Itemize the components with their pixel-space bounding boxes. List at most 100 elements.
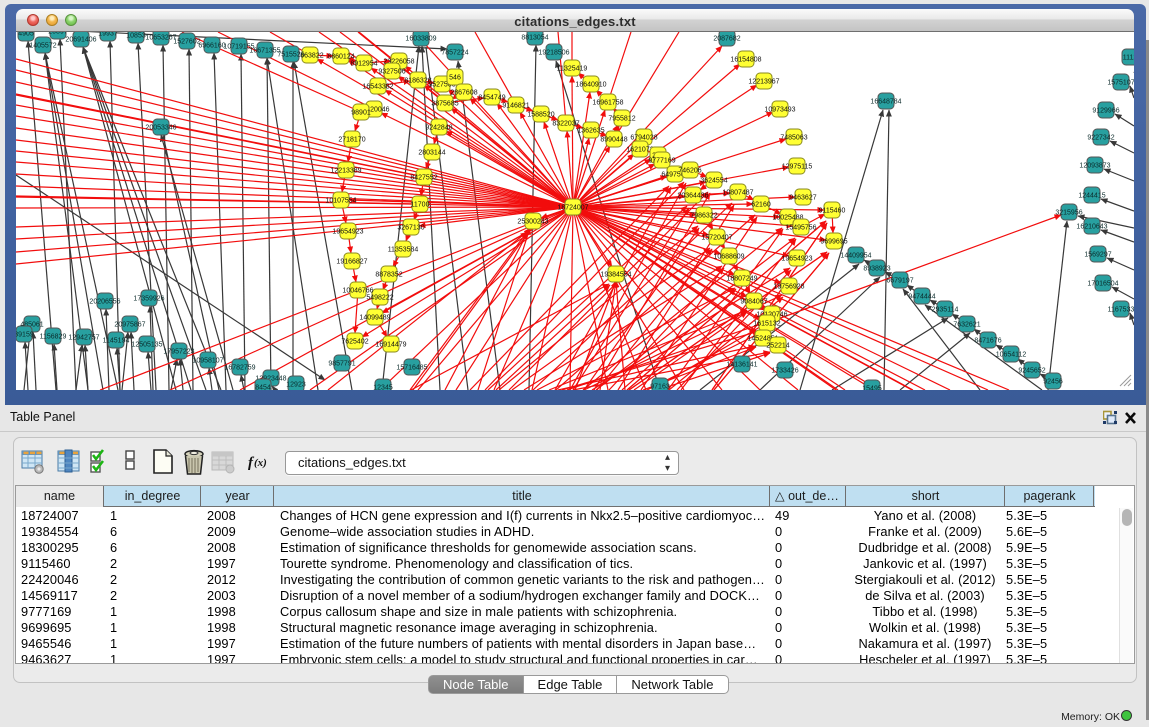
svg-text:8878352: 8878352: [375, 272, 402, 279]
svg-text:8860124: 8860124: [327, 54, 354, 61]
svg-text:19218506: 19218506: [538, 50, 569, 57]
svg-text:9777169: 9777169: [648, 158, 675, 165]
svg-text:11325419: 11325419: [557, 66, 588, 73]
svg-text:1527602: 1527602: [173, 39, 200, 46]
svg-text:17359926: 17359926: [133, 296, 164, 303]
svg-text:18640910: 18640910: [575, 82, 606, 89]
svg-text:14099489: 14099489: [359, 315, 390, 322]
svg-text:3215956: 3215956: [1055, 210, 1082, 217]
svg-text:1615132: 1615132: [753, 321, 780, 328]
svg-text:17016504: 17016504: [1087, 281, 1118, 288]
svg-text:1167533: 1167533: [1108, 307, 1134, 314]
svg-text:7986322: 7986322: [690, 213, 717, 220]
svg-text:9084067: 9084067: [740, 299, 767, 306]
svg-text:15720407: 15720407: [701, 235, 732, 242]
svg-text:1112: 1112: [1123, 55, 1134, 62]
svg-text:8454: 8454: [255, 385, 271, 391]
svg-text:20691406: 20691406: [65, 37, 96, 44]
svg-text:9463627: 9463627: [789, 195, 816, 202]
svg-text:1145194: 1145194: [103, 338, 130, 345]
svg-text:3624554: 3624554: [700, 178, 727, 185]
svg-text:9146821: 9146821: [502, 103, 529, 110]
svg-text:97163: 97163: [650, 384, 670, 391]
svg-text:1156829: 1156829: [40, 334, 67, 341]
svg-text:12093873: 12093873: [1079, 163, 1110, 170]
svg-text:9857791: 9857791: [328, 361, 355, 368]
svg-text:20897: 20897: [48, 32, 68, 36]
svg-text:12345: 12345: [373, 385, 393, 391]
svg-text:19654923: 19654923: [781, 256, 812, 263]
svg-text:9245652: 9245652: [1018, 368, 1045, 375]
svg-text:9327506: 9327506: [378, 69, 405, 76]
svg-text:8990448: 8990448: [600, 137, 627, 144]
svg-text:14409954: 14409954: [840, 253, 871, 260]
svg-text:9129966: 9129966: [1092, 108, 1119, 115]
svg-text:20206556: 20206556: [89, 299, 120, 306]
svg-text:10958107: 10958107: [192, 358, 223, 365]
svg-text:16671355: 16671355: [249, 48, 280, 55]
svg-text:746206: 746206: [678, 168, 701, 175]
svg-text:9227342: 9227342: [1087, 135, 1114, 142]
svg-text:19166827: 19166827: [336, 259, 367, 266]
svg-text:98901: 98901: [351, 110, 371, 117]
svg-text:8427552: 8427552: [410, 175, 437, 182]
svg-text:2718170: 2718170: [338, 137, 365, 144]
svg-text:16961758: 16961758: [592, 100, 623, 107]
svg-text:17957223: 17957223: [163, 349, 194, 356]
svg-text:12213967: 12213967: [748, 79, 779, 86]
svg-text:12213389: 12213389: [330, 168, 361, 175]
svg-text:20364436: 20364436: [677, 193, 708, 200]
svg-text:11353584: 11353584: [388, 247, 419, 254]
svg-text:10688609: 10688609: [713, 254, 744, 261]
svg-text:10807487: 10807487: [722, 190, 753, 197]
svg-text:16154808: 16154808: [730, 57, 761, 64]
svg-text:15716485: 15716485: [396, 365, 427, 372]
svg-text:7485063: 7485063: [780, 135, 807, 142]
svg-text:8938923: 8938923: [863, 266, 890, 273]
svg-text:5498222: 5498222: [366, 295, 393, 302]
svg-text:4905: 4905: [18, 32, 34, 38]
svg-text:2087682: 2087682: [713, 36, 740, 43]
svg-text:7955812: 7955812: [608, 116, 635, 123]
svg-text:16914479: 16914479: [375, 342, 406, 349]
svg-text:12923: 12923: [286, 382, 306, 389]
svg-text:14136141: 14136141: [726, 362, 757, 369]
svg-text:1588520: 1588520: [527, 112, 554, 119]
svg-text:1244415: 1244415: [1078, 193, 1105, 200]
svg-text:252214: 252214: [766, 343, 789, 350]
svg-text:18724007: 18724007: [557, 205, 588, 212]
svg-text:16033809: 16033809: [405, 36, 436, 43]
svg-text:9242848: 9242848: [425, 125, 452, 132]
svg-text:6794028: 6794028: [630, 135, 657, 142]
svg-text:3267130: 3267130: [397, 225, 424, 232]
svg-text:19654923: 19654923: [332, 229, 363, 236]
svg-text:39159: 39159: [16, 332, 34, 339]
svg-text:12505135: 12505135: [131, 342, 162, 349]
svg-text:9115460: 9115460: [819, 208, 846, 215]
svg-text:2867608: 2867608: [450, 90, 477, 97]
svg-text:19384554: 19384554: [600, 272, 631, 279]
svg-text:3875685: 3875685: [431, 101, 458, 108]
svg-text:12975115: 12975115: [782, 164, 813, 171]
svg-text:2803144: 2803144: [418, 150, 445, 157]
svg-text:7625402: 7625402: [341, 339, 368, 346]
svg-text:12942757: 12942757: [68, 335, 99, 342]
svg-text:1575107: 1575107: [1107, 80, 1134, 87]
svg-text:8454749: 8454749: [478, 95, 505, 102]
svg-text:20053346: 20053346: [145, 125, 176, 132]
svg-text:16648784: 16648784: [870, 99, 901, 106]
svg-text:16782759: 16782759: [224, 365, 255, 372]
svg-text:19756928: 19756928: [773, 284, 804, 291]
svg-text:7515526: 7515526: [277, 52, 304, 59]
svg-text:6966160: 6966160: [198, 43, 225, 50]
svg-text:20975867: 20975867: [114, 322, 145, 329]
svg-text:15495756: 15495756: [785, 225, 816, 232]
svg-text:546: 546: [449, 75, 461, 82]
svg-text:1362635: 1362635: [577, 128, 604, 135]
svg-text:11700: 11700: [411, 202, 430, 209]
svg-text:9699695: 9699695: [820, 239, 847, 246]
svg-text:18807249: 18807249: [726, 276, 757, 283]
svg-text:19937: 19937: [98, 32, 118, 38]
svg-text:62160: 62160: [751, 202, 771, 209]
svg-text:16210643: 16210643: [1076, 224, 1107, 231]
